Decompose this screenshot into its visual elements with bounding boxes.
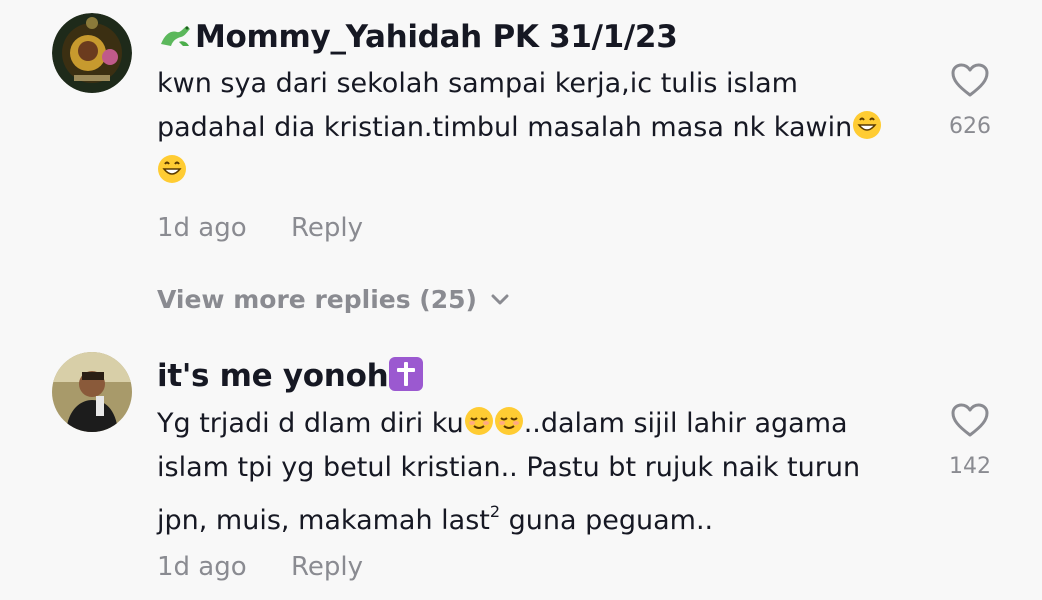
- username-text: Mommy_Yahidah PK 31/1/23: [195, 19, 678, 55]
- chevron-down-icon: [491, 294, 509, 305]
- comment-text: Yg trjadi d dlam diri ku ..dalam sijil la…: [157, 402, 917, 543]
- avatar[interactable]: [52, 352, 132, 432]
- view-more-replies-button[interactable]: View more replies (25): [157, 283, 509, 317]
- like-count: 142: [949, 454, 991, 479]
- timestamp: 1d ago: [157, 213, 247, 243]
- dragon-icon: [161, 26, 190, 46]
- avatar[interactable]: [52, 13, 132, 93]
- relieved-face-icon: [494, 407, 523, 435]
- timestamp: 1d ago: [157, 552, 247, 582]
- heart-icon: [951, 63, 989, 97]
- latin-cross-icon: [389, 357, 424, 391]
- comment-line: padahal dia kristian.timbul masalah masa…: [157, 112, 853, 143]
- grinning-face-icon: [853, 111, 882, 139]
- comment-line: kwn sya dari sekolah sampai kerja,ic tul…: [157, 68, 798, 99]
- view-more-replies-label: View more replies (25): [157, 285, 477, 314]
- like-button[interactable]: 142: [948, 402, 992, 479]
- superscript: 2: [489, 502, 501, 521]
- comment-line: Yg trjadi d dlam diri ku: [157, 408, 464, 439]
- comment-line: guna peguam..: [500, 505, 714, 536]
- comment-line: jpn, muis, makamah last: [157, 505, 490, 536]
- comments-list: Mommy_Yahidah PK 31/1/23 kwn sya dari se…: [0, 0, 1042, 600]
- username[interactable]: it's me yonoh: [157, 356, 424, 396]
- avatar-image: [52, 13, 132, 93]
- comment-meta: 1d ago Reply: [157, 211, 363, 245]
- username-text: it's me yonoh: [157, 358, 389, 394]
- comment-line: ..dalam sijil lahir agama: [523, 408, 848, 439]
- reply-button[interactable]: Reply: [291, 211, 363, 245]
- like-count: 626: [949, 114, 991, 139]
- reply-button[interactable]: Reply: [291, 550, 363, 584]
- avatar-image: [52, 352, 132, 432]
- comment-text: kwn sya dari sekolah sampai kerja,ic tul…: [157, 62, 917, 194]
- grinning-face-icon: [158, 155, 186, 183]
- relieved-face-icon: [464, 407, 493, 435]
- comment-line: islam tpi yg betul kristian.. Pastu bt r…: [157, 452, 861, 483]
- comment-meta: 1d ago Reply: [157, 550, 363, 584]
- heart-icon: [951, 403, 989, 437]
- like-button[interactable]: 626: [948, 62, 992, 139]
- username[interactable]: Mommy_Yahidah PK 31/1/23: [157, 17, 678, 57]
